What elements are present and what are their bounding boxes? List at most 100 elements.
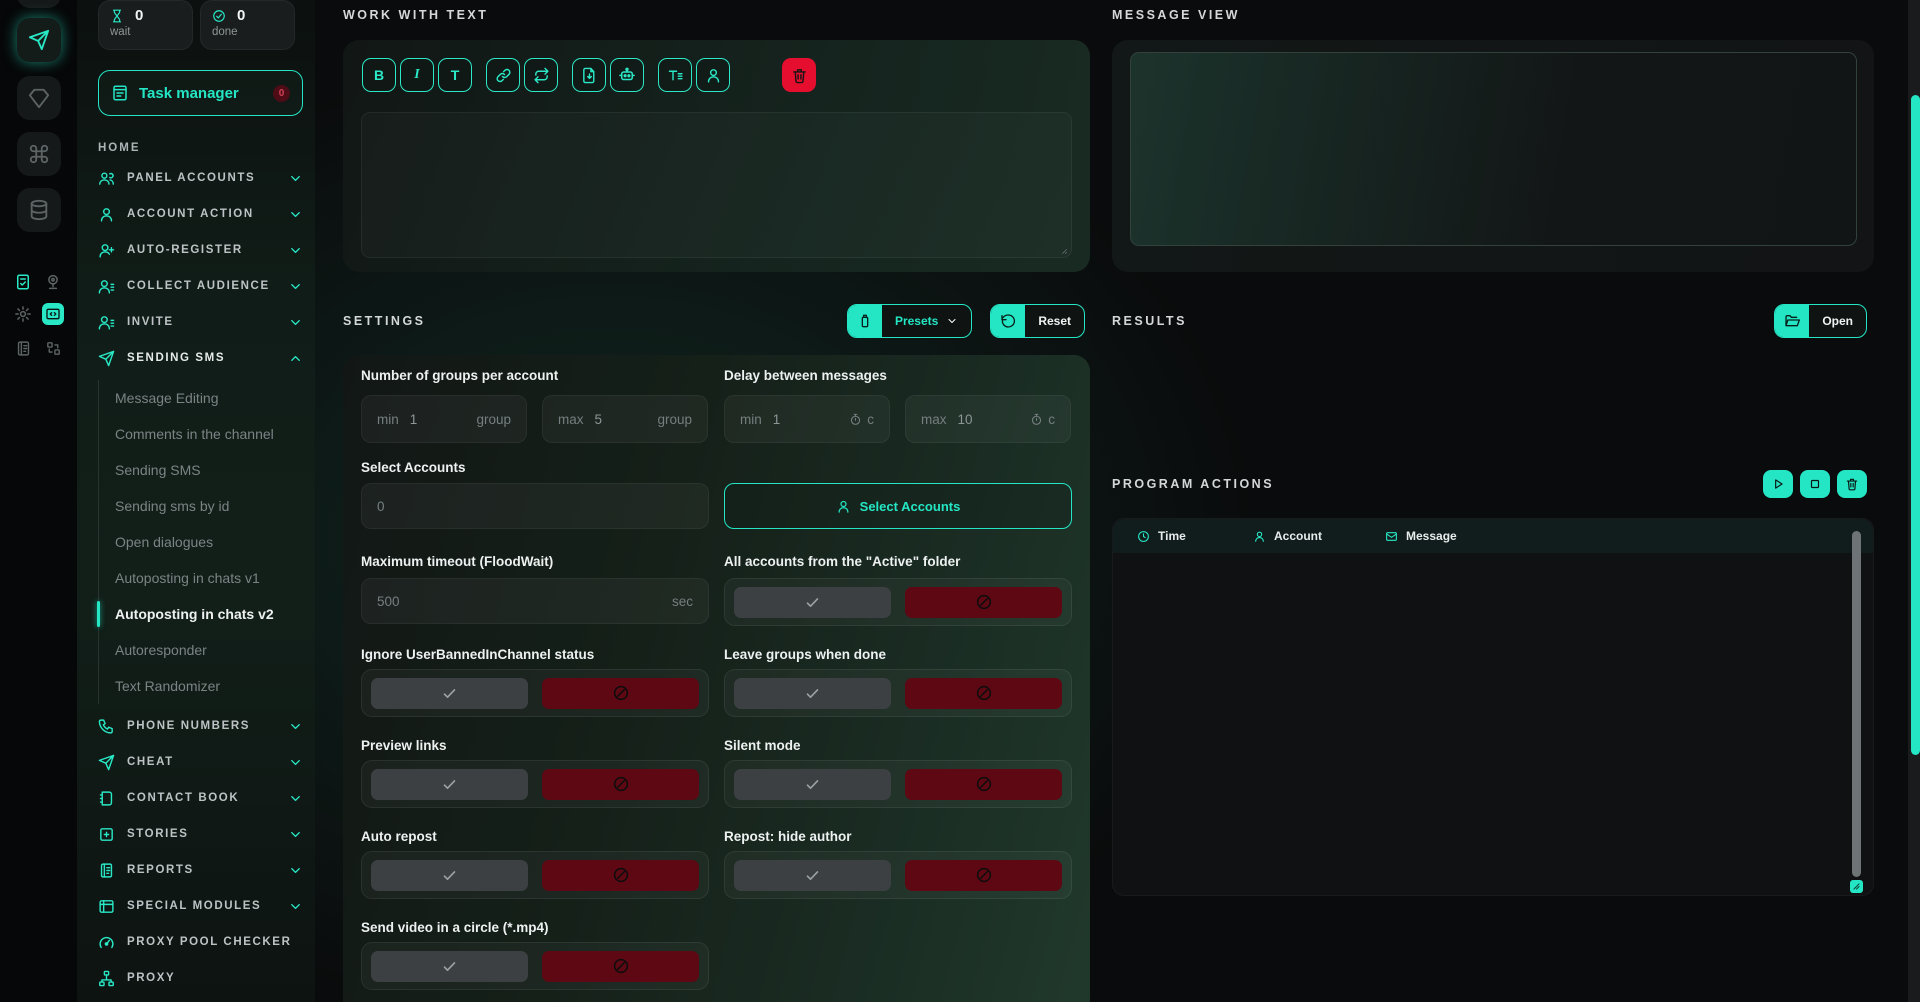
delay-max-input[interactable]: max 10 c <box>905 395 1071 443</box>
subitem-comments-in-channel[interactable]: Comments in the channel <box>115 416 303 452</box>
start-button[interactable] <box>1763 470 1793 498</box>
silent-mode-toggle[interactable] <box>724 760 1072 808</box>
presets-button[interactable]: Presets <box>847 304 972 338</box>
sidebar-item-special-modules[interactable]: SPECIAL MODULES <box>98 888 303 924</box>
deny-segment[interactable] <box>905 678 1062 709</box>
preview-links-label: Preview links <box>361 738 447 753</box>
user-icon <box>705 67 722 84</box>
open-results-button[interactable]: Open <box>1774 304 1867 338</box>
deny-segment[interactable] <box>905 769 1062 800</box>
reset-button[interactable]: Reset <box>990 304 1085 338</box>
deny-segment[interactable] <box>542 860 699 891</box>
subitem-sending-sms[interactable]: Sending SMS <box>115 452 303 488</box>
sidebar-item-proxy-pool-checker[interactable]: PROXY POOL CHECKER <box>98 924 303 960</box>
rail-app-button[interactable] <box>17 0 61 8</box>
groups-min-input[interactable]: min 1 group <box>361 395 527 443</box>
sidebar-item-invite[interactable]: INVITE <box>98 304 303 340</box>
allow-segment[interactable] <box>734 587 891 618</box>
subitem-message-editing[interactable]: Message Editing <box>115 380 303 416</box>
user-mention-button[interactable] <box>696 58 730 92</box>
select-accounts-button[interactable]: Select Accounts <box>724 483 1072 529</box>
repeat-icon <box>533 67 550 84</box>
sidebar-item-account-action[interactable]: ACCOUNT ACTION <box>98 196 303 232</box>
allow-segment[interactable] <box>734 769 891 800</box>
sidebar-item-contact-book[interactable]: CONTACT BOOK <box>98 780 303 816</box>
bold-button[interactable]: B <box>362 58 396 92</box>
sidebar-item-sending-sms[interactable]: SENDING SMS <box>98 340 303 376</box>
deny-segment[interactable] <box>542 678 699 709</box>
webcam-icon[interactable] <box>42 271 64 293</box>
rail-diamond-button[interactable] <box>17 76 61 120</box>
sidebar-item-panel-accounts[interactable]: PANEL ACCOUNTS <box>98 160 303 196</box>
text-button[interactable]: T <box>438 58 472 92</box>
delay-min-input[interactable]: min 1 c <box>724 395 890 443</box>
server-check-icon[interactable] <box>12 271 34 293</box>
sidebar-item-collect-audience[interactable]: COLLECT AUDIENCE <box>98 268 303 304</box>
deny-segment[interactable] <box>905 587 1062 618</box>
text-format-button[interactable] <box>658 58 692 92</box>
stop-button[interactable] <box>1800 470 1830 498</box>
ban-icon <box>612 957 630 975</box>
allow-segment[interactable] <box>734 860 891 891</box>
ignore-banned-toggle[interactable] <box>361 669 709 717</box>
rail-send-button[interactable] <box>17 18 61 62</box>
groups-max-input[interactable]: max 5 group <box>542 395 708 443</box>
sidebar-item-phone-numbers[interactable]: PHONE NUMBERS <box>98 708 303 744</box>
bot-button[interactable] <box>610 58 644 92</box>
allow-segment[interactable] <box>371 678 528 709</box>
clear-actions-button[interactable] <box>1837 470 1867 498</box>
link-button[interactable] <box>486 58 520 92</box>
allow-segment[interactable] <box>371 951 528 982</box>
folder-open-icon <box>1775 305 1809 337</box>
subitem-sending-sms-by-id[interactable]: Sending sms by id <box>115 488 303 524</box>
accounts-count-input[interactable]: 0 <box>361 483 709 529</box>
allow-segment[interactable] <box>734 678 891 709</box>
document-check-icon[interactable] <box>12 337 34 359</box>
subitem-text-randomizer[interactable]: Text Randomizer <box>115 668 303 704</box>
deny-segment[interactable] <box>905 860 1062 891</box>
subitem-autoposting-v2[interactable]: Autoposting in chats v2 <box>115 596 303 632</box>
subitem-open-dialogues[interactable]: Open dialogues <box>115 524 303 560</box>
sidebar-item-proxy[interactable]: PROXY <box>98 960 303 996</box>
sidebar-item-cheat[interactable]: CHEAT <box>98 744 303 780</box>
done-label: done <box>212 26 283 38</box>
file-download-button[interactable] <box>572 58 606 92</box>
work-with-text-title: WORK WITH TEXT <box>343 8 488 22</box>
table-resize-handle[interactable] <box>1850 880 1863 893</box>
textarea-resize-grip[interactable] <box>1056 243 1068 255</box>
preview-links-toggle[interactable] <box>361 760 709 808</box>
deny-segment[interactable] <box>542 951 699 982</box>
play-icon <box>1771 477 1785 491</box>
repost-hide-author-toggle[interactable] <box>724 851 1072 899</box>
allow-segment[interactable] <box>371 860 528 891</box>
deny-segment[interactable] <box>542 769 699 800</box>
allow-segment[interactable] <box>371 769 528 800</box>
message-text-area[interactable] <box>361 112 1072 258</box>
page-scrollbar-thumb[interactable] <box>1911 95 1920 755</box>
settings-title: SETTINGS <box>343 314 426 328</box>
text-toolbar: B I T <box>362 58 1072 92</box>
rail-database-button[interactable] <box>17 188 61 232</box>
subitem-autoresponder[interactable]: Autoresponder <box>115 632 303 668</box>
sidebar-item-stories[interactable]: STORIES <box>98 816 303 852</box>
leave-groups-toggle[interactable] <box>724 669 1072 717</box>
rail-command-button[interactable] <box>17 132 61 176</box>
counters: 0 wait 0 done <box>98 0 303 50</box>
modules-switch-icon[interactable] <box>42 337 64 359</box>
italic-button[interactable]: I <box>400 58 434 92</box>
sidebar-item-reports[interactable]: REPORTS <box>98 852 303 888</box>
stopwatch-icon <box>1030 413 1043 426</box>
subitem-autoposting-v1[interactable]: Autoposting in chats v1 <box>115 560 303 596</box>
task-manager-button[interactable]: Task manager 0 <box>98 70 303 116</box>
code-window-icon[interactable] <box>42 303 64 325</box>
timeout-input[interactable]: 500 sec <box>361 578 709 624</box>
auto-repost-toggle[interactable] <box>361 851 709 899</box>
repost-button[interactable] <box>524 58 558 92</box>
active-folder-toggle[interactable] <box>724 578 1072 626</box>
send-video-circle-toggle[interactable] <box>361 942 709 990</box>
page-scrollbar-track[interactable] <box>1908 0 1920 1002</box>
gear-icon[interactable] <box>12 303 34 325</box>
clear-text-button[interactable] <box>782 58 816 92</box>
sidebar-item-auto-register[interactable]: AUTO-REGISTER <box>98 232 303 268</box>
table-scrollbar-thumb[interactable] <box>1852 531 1861 877</box>
